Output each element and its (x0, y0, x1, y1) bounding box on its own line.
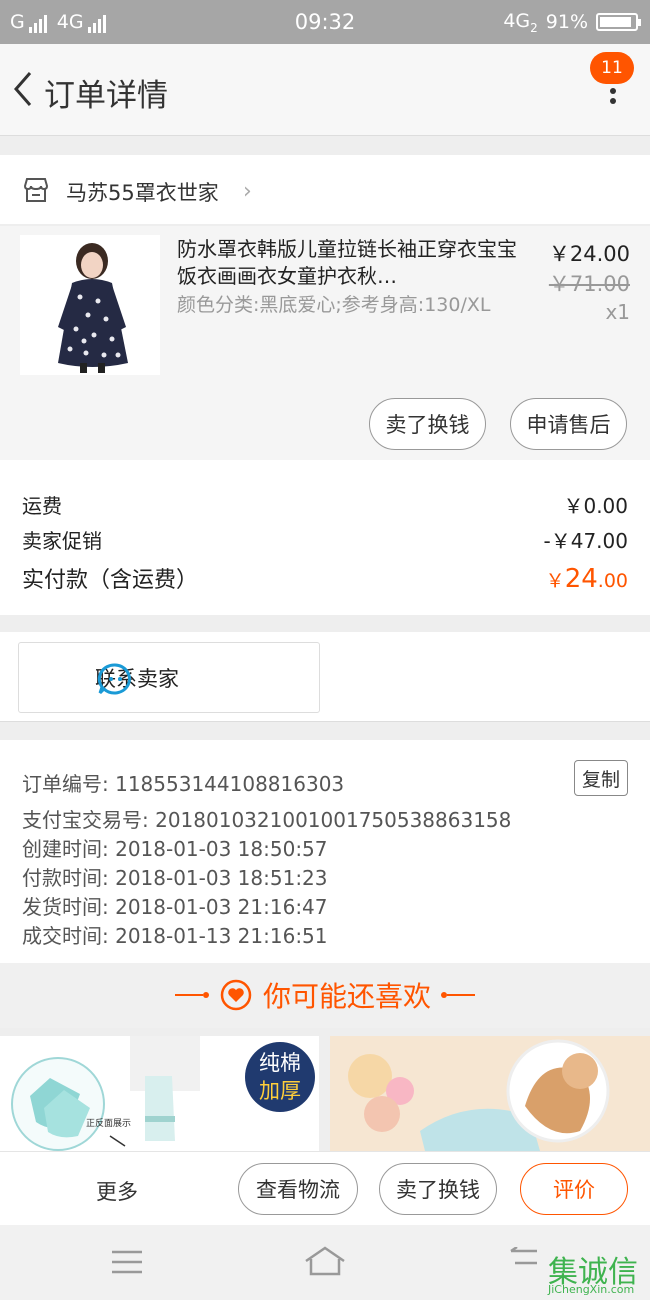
contact-seller-button[interactable]: 联系卖家 (18, 642, 320, 713)
cotton-badge: 纯棉 加厚 (245, 1042, 315, 1112)
promo-row: 卖家促销 -￥47.00 (22, 525, 628, 554)
recommend-header: 你可能还喜欢 (0, 963, 650, 1028)
heart-icon (220, 979, 252, 1011)
total-row: 实付款（含运费） ￥24.00 (22, 562, 628, 594)
store-icon (23, 178, 49, 202)
shop-row[interactable]: 马苏55罩衣世家 › (0, 155, 650, 225)
system-nav-bar: 集诚信 JiChengXin.com (0, 1225, 650, 1300)
card-caption: 正反面展示 (86, 1118, 131, 1129)
promo-value: -￥47.00 (543, 529, 628, 553)
recommend-list: 正反面展示 纯棉 加厚 (0, 1036, 650, 1151)
back-arrow-icon[interactable] (10, 69, 40, 109)
product-price: ￥24.00 (548, 242, 630, 266)
shop-name: 马苏55罩衣世家 (66, 181, 219, 205)
total-value: ￥24.00 (545, 564, 628, 594)
review-button[interactable]: 评价 (520, 1163, 628, 1215)
order-info: 订单编号: 118553144108816303 复制 支付宝交易号: 2018… (0, 740, 650, 963)
sell-for-cash-button[interactable]: 卖了换钱 (369, 398, 486, 450)
created-time: 创建时间: 2018-01-03 18:50:57 (22, 837, 328, 861)
recommend-title: 你可能还喜欢 (262, 980, 431, 1013)
completed-time: 成交时间: 2018-01-13 21:16:51 (22, 924, 328, 948)
status-bar: G 4G 09:32 4G2 91% (0, 0, 650, 44)
order-item[interactable]: 防水罩衣韩版儿童拉链长袖正穿衣宝宝饭衣画画衣女童护衣秋… 颜色分类:黑底爱心;参… (0, 226, 650, 460)
view-logistics-button[interactable]: 查看物流 (238, 1163, 358, 1215)
product-image[interactable] (20, 235, 160, 375)
network-indicator: 4G2 (503, 10, 538, 35)
copy-button[interactable]: 复制 (574, 760, 628, 796)
original-price: ￥71.00 (548, 272, 630, 296)
alipay-number: 支付宝交易号: 2018010321001001750538863158 (22, 808, 512, 832)
battery-icon (596, 13, 641, 32)
status-right: 4G2 91% (503, 10, 641, 35)
chevron-right-icon: › (243, 179, 252, 204)
recommend-card[interactable] (330, 1036, 650, 1151)
menu-icon[interactable] (110, 1249, 144, 1275)
notification-badge: 11 (590, 52, 634, 84)
shipping-value: ￥0.00 (563, 494, 628, 518)
chat-bubble-icon (97, 663, 131, 695)
back-nav-icon[interactable] (505, 1247, 541, 1275)
product-quantity: x1 (605, 300, 630, 324)
home-icon[interactable] (303, 1245, 347, 1277)
shipped-time: 发货时间: 2018-01-03 21:16:47 (22, 895, 328, 919)
order-number: 订单编号: 118553144108816303 (22, 772, 345, 796)
action-bar: 更多 查看物流 卖了换钱 评价 (0, 1151, 650, 1225)
more-button[interactable]: 更多 (96, 1176, 138, 1206)
paid-time: 付款时间: 2018-01-03 18:51:23 (22, 866, 328, 890)
shipping-label: 运费 (22, 494, 62, 518)
contact-section: 联系卖家 (0, 632, 650, 722)
page-title: 订单详情 (44, 78, 168, 114)
divider-left (174, 992, 209, 998)
battery-percent: 91% (545, 11, 588, 34)
after-sale-button[interactable]: 申请售后 (510, 398, 627, 450)
product-title[interactable]: 防水罩衣韩版儿童拉链长袖正穿衣宝宝饭衣画画衣女童护衣秋… (177, 236, 517, 290)
recommend-card[interactable]: 正反面展示 纯棉 加厚 (0, 1036, 319, 1151)
shipping-row: 运费 ￥0.00 (22, 490, 628, 519)
fee-summary: 运费 ￥0.00 卖家促销 -￥47.00 实付款（含运费） ￥24.00 (0, 460, 650, 615)
product-sku: 颜色分类:黑底爱心;参考身高:130/XL (177, 294, 491, 316)
divider-right (441, 992, 475, 998)
nav-bar: 订单详情 11 (0, 44, 650, 136)
watermark-logo: 集诚信 JiChengXin.com (548, 1255, 638, 1296)
sell-for-cash-bottom-button[interactable]: 卖了换钱 (379, 1163, 497, 1215)
total-label: 实付款（含运费） (22, 568, 199, 593)
promo-label: 卖家促销 (22, 529, 102, 553)
product-image (330, 1036, 650, 1151)
